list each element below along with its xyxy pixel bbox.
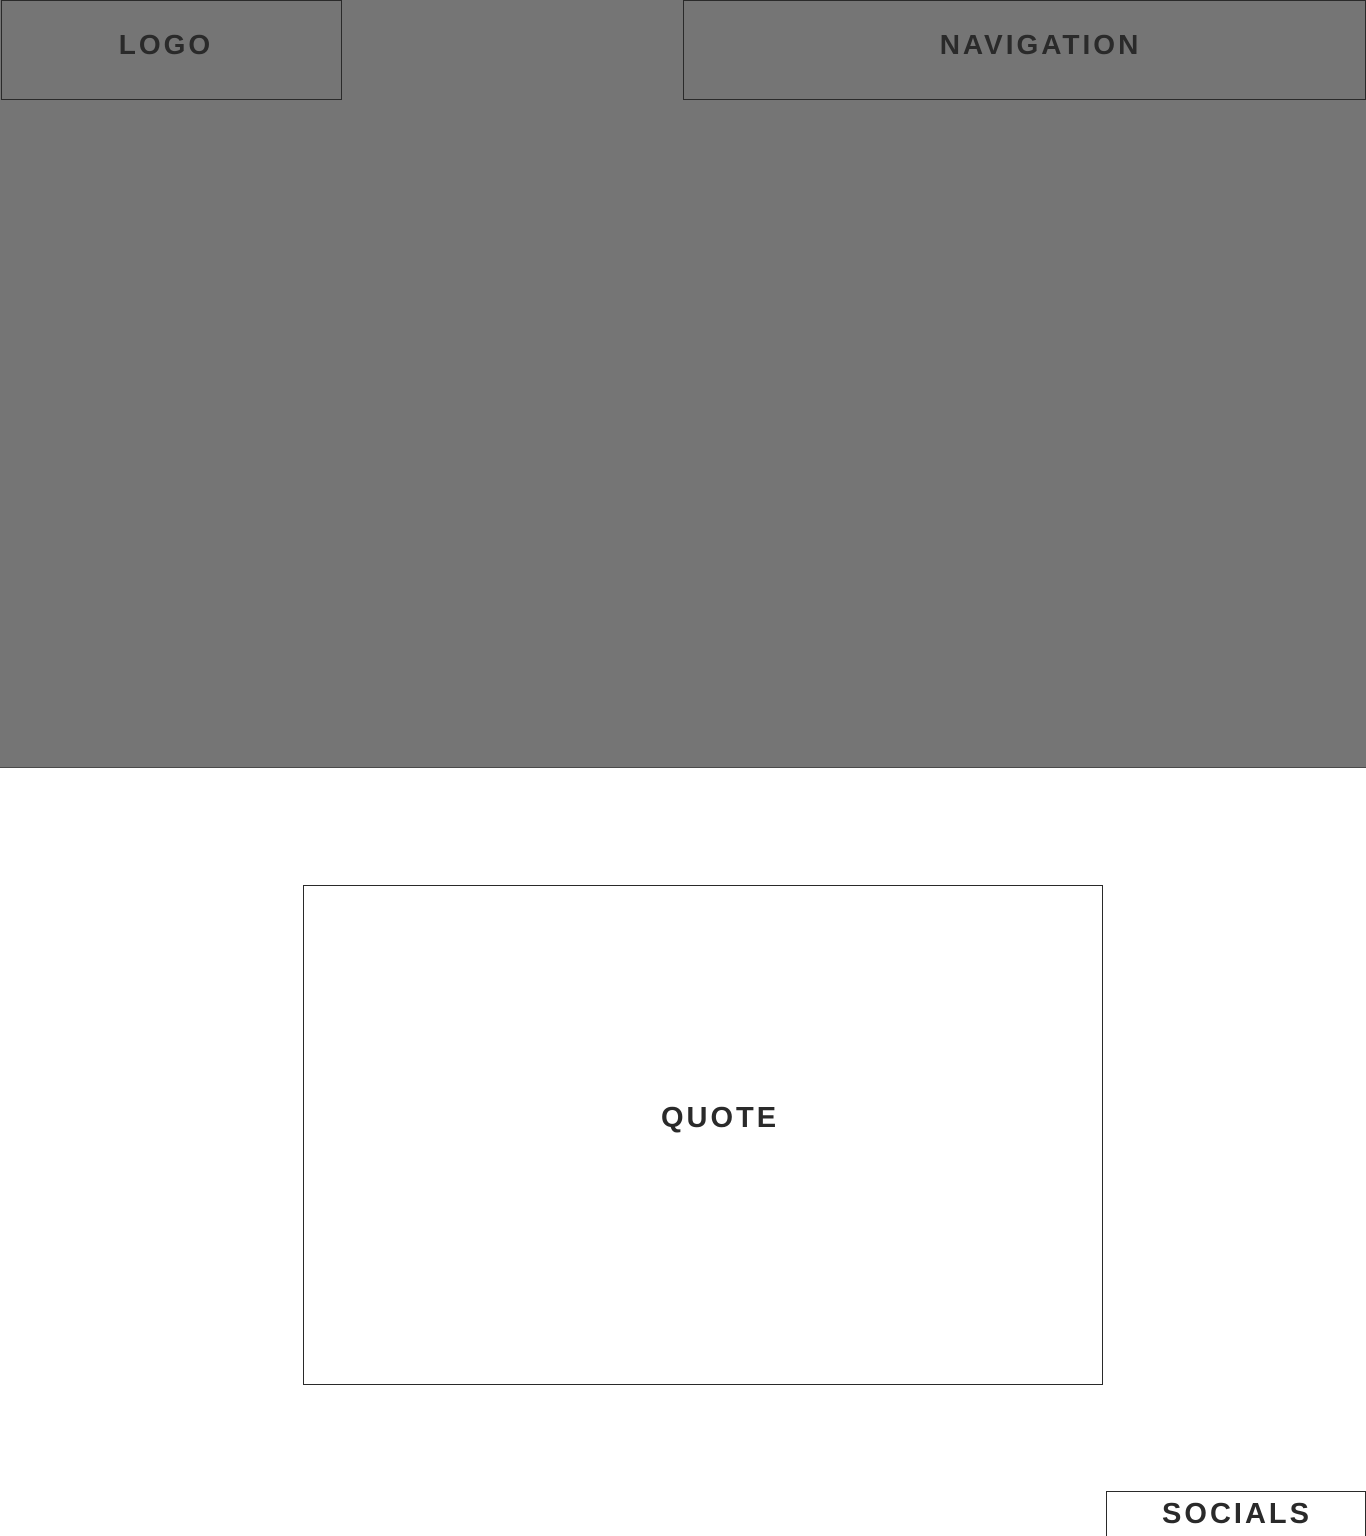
logo-label: LOGO bbox=[118, 29, 214, 60]
hero-section: LOGO NAVIGATION bbox=[0, 0, 1366, 768]
quote-placeholder: QUOTE bbox=[303, 885, 1103, 1385]
navigation-placeholder[interactable]: NAVIGATION bbox=[683, 0, 1366, 100]
socials-label: SOCIALS bbox=[1162, 1498, 1312, 1530]
navigation-label: NAVIGATION bbox=[939, 29, 1142, 60]
quote-label: QUOTE bbox=[660, 1102, 780, 1134]
logo-placeholder[interactable]: LOGO bbox=[1, 0, 342, 100]
socials-placeholder[interactable]: SOCIALS bbox=[1106, 1491, 1366, 1536]
